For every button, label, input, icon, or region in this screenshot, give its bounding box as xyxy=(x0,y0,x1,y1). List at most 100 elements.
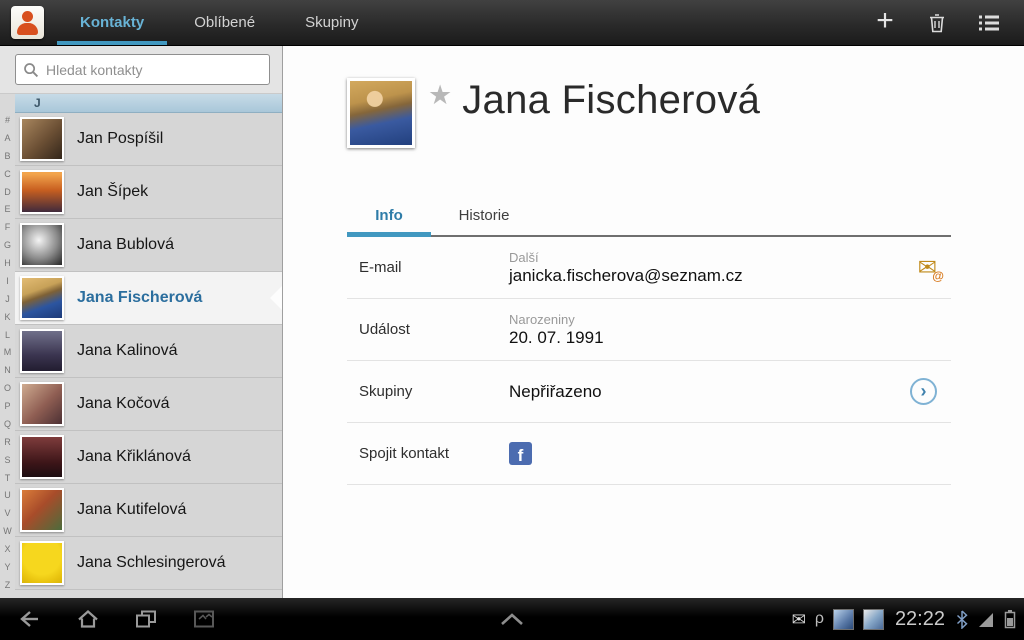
index-letter[interactable]: W xyxy=(3,527,12,536)
contact-row-selected[interactable]: Jana Fischerová xyxy=(15,272,282,325)
contact-row[interactable]: Jana Bublová xyxy=(15,219,282,272)
event-value: 20. 07. 1991 xyxy=(509,328,604,348)
index-letter[interactable]: N xyxy=(4,366,11,375)
contact-name: Jana Křiklánová xyxy=(77,448,191,466)
join-contact-row[interactable]: Spojit kontakt f xyxy=(347,423,951,485)
contact-photo xyxy=(20,541,64,585)
index-letter[interactable]: D xyxy=(4,188,11,197)
index-letter[interactable]: A xyxy=(4,134,10,143)
index-letter[interactable]: S xyxy=(4,456,10,465)
contact-row[interactable]: Jana Kutifelová xyxy=(15,484,282,537)
overflow-menu-button[interactable] xyxy=(966,0,1012,46)
contact-name: Jan Pospíšil xyxy=(77,130,163,148)
section-header-label: J xyxy=(34,96,41,110)
alphabet-index[interactable]: # ABCDEFGHIJKLMNOPQRSTUVWXYZ xyxy=(0,116,15,590)
contact-name: Jana Fischerová xyxy=(77,289,202,307)
groups-chevron-button[interactable]: › xyxy=(910,378,937,405)
expand-panel-button[interactable] xyxy=(488,598,536,640)
contact-row[interactable]: Jan Šípek xyxy=(15,166,282,219)
status-cluster[interactable]: ✉ ρ 22:22 xyxy=(792,608,1024,631)
battery-icon xyxy=(1004,609,1016,629)
detail-tabs: Info Historie xyxy=(347,198,951,237)
add-contact-button[interactable]: + xyxy=(862,0,908,46)
search-icon xyxy=(23,62,39,78)
tab-kontakty[interactable]: Kontakty xyxy=(55,0,169,45)
event-row[interactable]: Událost Narozeniny 20. 07. 1991 xyxy=(347,299,951,361)
delete-button[interactable] xyxy=(914,0,960,46)
tab-oblibene[interactable]: Oblíbené xyxy=(169,0,280,45)
contact-row[interactable]: Jan Pospíšil xyxy=(15,113,282,166)
index-letter[interactable]: G xyxy=(4,241,11,250)
search-box xyxy=(15,54,270,85)
screenshot-button[interactable] xyxy=(180,598,228,640)
index-letter[interactable]: R xyxy=(4,438,11,447)
back-button[interactable] xyxy=(6,598,54,640)
index-letter[interactable]: F xyxy=(5,223,11,232)
index-letter[interactable]: X xyxy=(4,545,10,554)
recent-apps-button[interactable] xyxy=(122,598,170,640)
notification-thumbnail xyxy=(833,609,854,630)
index-letter[interactable]: P xyxy=(4,402,10,411)
tab-skupiny[interactable]: Skupiny xyxy=(280,0,383,45)
tab-info[interactable]: Info xyxy=(347,198,431,237)
action-bar: Kontakty Oblíbené Skupiny + xyxy=(0,0,1024,46)
email-row[interactable]: E-mail Další janicka.fischerova@seznam.c… xyxy=(347,237,951,299)
contact-name: Jana Kalinová xyxy=(77,342,178,360)
new-mail-icon: ✉ xyxy=(792,611,806,628)
contact-row[interactable]: Jana Křiklánová xyxy=(15,431,282,484)
app-home-button[interactable] xyxy=(0,0,55,45)
facebook-icon[interactable]: f xyxy=(509,442,532,465)
contact-list-panel: #ABCDEFGHIJKLMNOPQRSTUVWXYZ J Jan Pospíš… xyxy=(0,46,283,598)
search-input[interactable] xyxy=(46,62,262,78)
index-letter[interactable]: H xyxy=(4,259,11,268)
index-letter[interactable]: E xyxy=(4,205,10,214)
groups-row[interactable]: Skupiny Nepřiřazeno › xyxy=(347,361,951,423)
at-glyph: @ xyxy=(932,270,944,282)
rho-notification-icon: ρ xyxy=(815,611,824,627)
contact-name: Jana Kočová xyxy=(77,395,170,413)
contact-list: J Jan Pospíšil Jan Šípek Jana Bublová Ja… xyxy=(15,94,282,598)
favorite-star-icon[interactable]: ★ xyxy=(428,82,452,109)
contact-row[interactable]: Jana Kalinová xyxy=(15,325,282,378)
screenshot-icon xyxy=(191,607,217,631)
contact-row[interactable]: Jana Schlesingerová xyxy=(15,537,282,590)
index-letter[interactable]: K xyxy=(4,313,10,322)
main-body: #ABCDEFGHIJKLMNOPQRSTUVWXYZ J Jan Pospíš… xyxy=(0,46,1024,598)
action-bar-buttons: + xyxy=(862,0,1024,45)
tab-historie[interactable]: Historie xyxy=(431,198,537,237)
index-letter[interactable]: L xyxy=(5,331,10,340)
contact-photo xyxy=(20,276,64,320)
send-email-icon[interactable]: ✉@ xyxy=(918,256,937,279)
index-letter[interactable]: M xyxy=(4,348,12,357)
index-letter[interactable]: Z xyxy=(5,581,11,590)
notification-thumbnail xyxy=(863,609,884,630)
status-clock: 22:22 xyxy=(895,608,945,631)
index-letter[interactable]: V xyxy=(4,509,10,518)
top-tabs: Kontakty Oblíbené Skupiny xyxy=(55,0,383,45)
home-button[interactable] xyxy=(64,598,112,640)
index-letter[interactable]: B xyxy=(4,152,10,161)
index-letter[interactable]: T xyxy=(5,474,11,483)
index-letter[interactable]: # xyxy=(5,116,10,125)
index-letter[interactable]: U xyxy=(4,491,11,500)
detail-rows: E-mail Další janicka.fischerova@seznam.c… xyxy=(347,237,951,485)
contact-row[interactable]: Jana Kočová xyxy=(15,378,282,431)
index-letter[interactable]: C xyxy=(4,170,11,179)
contact-name: Jana Schlesingerová xyxy=(77,554,226,572)
search-area xyxy=(0,46,282,94)
index-letter[interactable]: Q xyxy=(4,420,11,429)
contact-name: Jana Bublová xyxy=(77,236,174,254)
index-letter[interactable]: O xyxy=(4,384,11,393)
back-icon xyxy=(17,607,43,631)
plus-icon: + xyxy=(876,4,894,38)
email-type-label: Další xyxy=(509,250,743,265)
contacts-app-icon xyxy=(11,6,44,39)
index-letter[interactable]: I xyxy=(6,277,9,286)
index-letter[interactable]: J xyxy=(5,295,10,304)
chevron-up-icon xyxy=(498,611,526,627)
contact-photo xyxy=(20,223,64,267)
profile-header: ★ Jana Fischerová xyxy=(347,78,1024,148)
bluetooth-icon xyxy=(956,610,968,629)
tab-info-label: Info xyxy=(375,207,403,224)
index-letter[interactable]: Y xyxy=(4,563,10,572)
